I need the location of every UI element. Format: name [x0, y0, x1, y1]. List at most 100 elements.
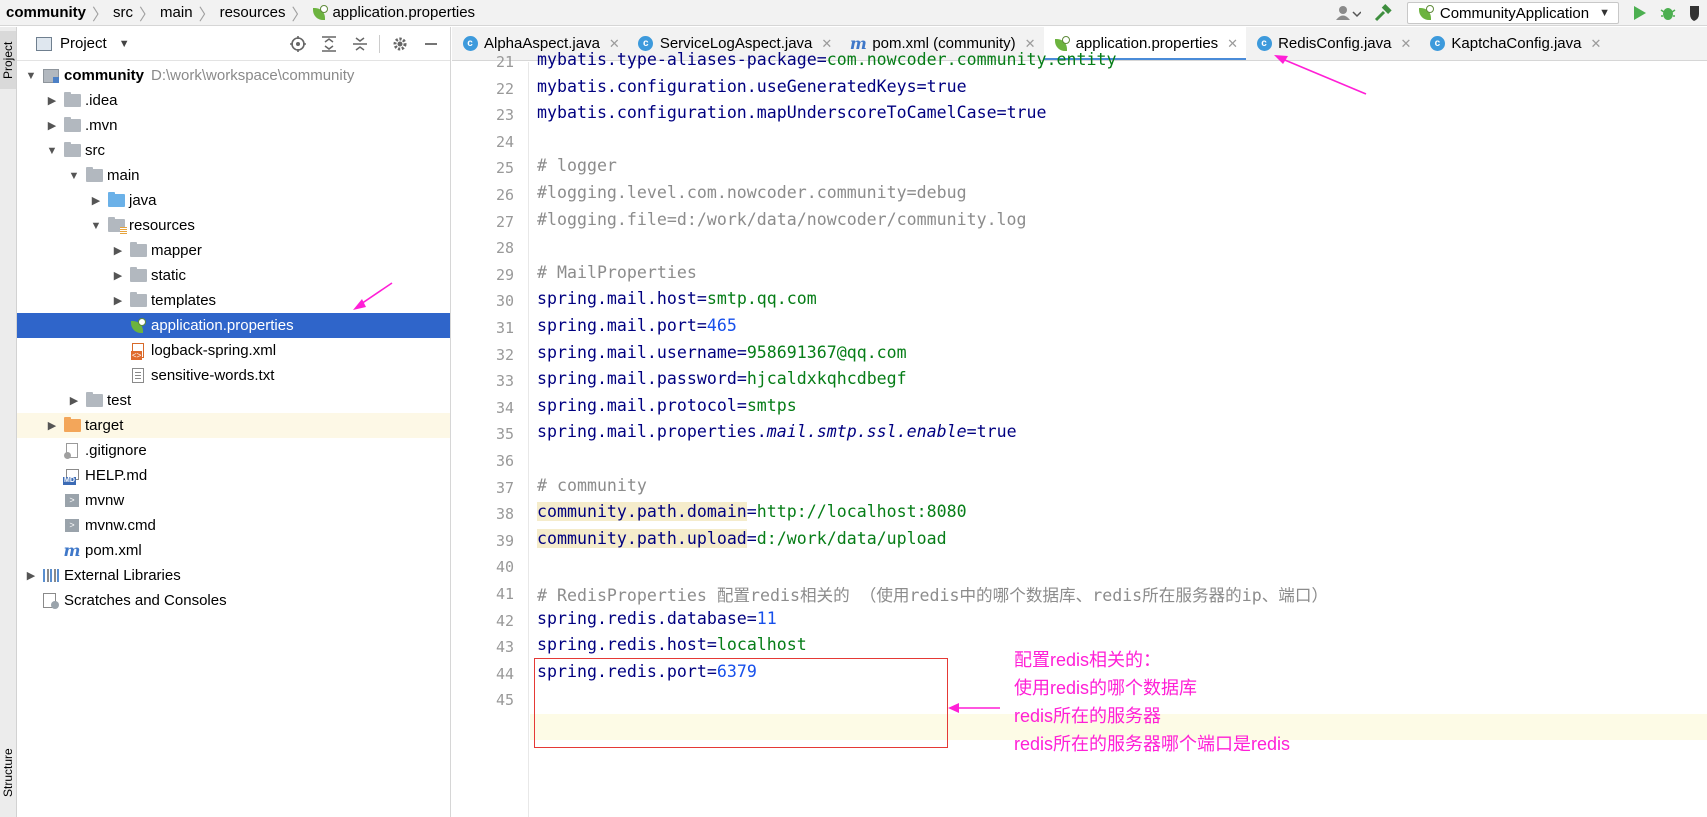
property-value: http://localhost:8080: [756, 502, 967, 522]
code-line[interactable]: # RedisProperties 配置redis相关的 （使用redis中的哪…: [537, 582, 1328, 606]
breadcrumb-item[interactable]: application.properties: [312, 0, 475, 26]
collapse-all-icon[interactable]: [344, 27, 375, 61]
code-line[interactable]: #logging.level.com.nowcoder.community=de…: [537, 183, 967, 202]
chevron-down-icon[interactable]: ▼: [89, 220, 103, 232]
breadcrumb-item[interactable]: resources: [220, 0, 286, 26]
equals-sign: =: [746, 608, 757, 628]
chevron-right-icon[interactable]: ▶: [67, 394, 81, 407]
tree-item-mapper[interactable]: ▶ mapper: [17, 238, 450, 263]
project-tool-tab[interactable]: Project: [0, 31, 16, 89]
code-comment: # MailProperties: [537, 262, 697, 282]
close-icon[interactable]: ✕: [1227, 36, 1238, 52]
maven-icon: m: [63, 541, 81, 560]
tree-item-mvn[interactable]: ▶ .mvn: [17, 113, 450, 138]
tree-item-java[interactable]: ▶ java: [17, 188, 450, 213]
tree-item-application-properties[interactable]: ▶ application.properties: [17, 313, 450, 338]
chevron-down-icon[interactable]: ▼: [67, 170, 81, 182]
code-line[interactable]: spring.redis.host=localhost: [537, 635, 807, 654]
minimize-icon[interactable]: [415, 27, 446, 61]
property-key: spring.mail.host: [537, 289, 697, 309]
chevron-right-icon[interactable]: ▶: [45, 119, 59, 132]
tree-item-external-libraries[interactable]: ▶ External Libraries: [17, 563, 450, 588]
chevron-right-icon[interactable]: ▶: [111, 294, 125, 307]
line-number: 27: [495, 212, 514, 231]
breadcrumb-label: community: [6, 4, 87, 21]
tree-item-main[interactable]: ▼ main: [17, 163, 450, 188]
code-line[interactable]: spring.mail.username=958691367@qq.com: [537, 343, 907, 362]
tree-item-src[interactable]: ▼ src: [17, 138, 450, 163]
code-line[interactable]: mybatis.configuration.useGeneratedKeys=t…: [537, 77, 967, 96]
code-line[interactable]: spring.mail.host=smtp.qq.com: [537, 289, 817, 308]
chevron-right-icon[interactable]: ▶: [111, 269, 125, 282]
tree-item-idea[interactable]: ▶ .idea: [17, 88, 450, 113]
hammer-build-icon[interactable]: [1367, 0, 1399, 26]
chevron-right-icon[interactable]: ▶: [45, 419, 59, 432]
property-value: true: [976, 422, 1017, 442]
chevron-right-icon[interactable]: ▶: [89, 194, 103, 207]
toolbar-right: CommunityApplication ▼: [1329, 0, 1707, 26]
code-line[interactable]: spring.mail.properties.mail.smtp.ssl.ena…: [537, 422, 1017, 441]
tree-item-community[interactable]: ▼ community D:\work\workspace\community: [17, 63, 450, 88]
breadcrumb-item[interactable]: main: [160, 0, 193, 26]
property-value: hjcaldxkqhcdbegf: [746, 369, 907, 389]
code-line[interactable]: mybatis.type-aliases-package=com.nowcode…: [537, 50, 1116, 69]
structure-tool-tab[interactable]: Structure: [0, 735, 16, 811]
code-line[interactable]: # MailProperties: [537, 263, 697, 282]
expand-all-icon[interactable]: [313, 27, 344, 61]
code-line[interactable]: #logging.file=d:/work/data/nowcoder/comm…: [537, 210, 1027, 229]
annotation-arrow-tab: [1274, 55, 1367, 95]
gear-icon[interactable]: [384, 27, 415, 61]
code-line[interactable]: spring.mail.protocol=smtps: [537, 396, 797, 415]
close-icon[interactable]: ✕: [1400, 36, 1411, 52]
code-comment: #logging.file=d:/work/data/nowcoder/comm…: [537, 209, 1027, 229]
locate-crosshair-icon[interactable]: [282, 27, 313, 61]
close-icon[interactable]: ✕: [1590, 36, 1601, 52]
code-line[interactable]: spring.mail.password=hjcaldxkqhcdbegf: [537, 369, 907, 388]
tree-item-resources[interactable]: ▼ resources: [17, 213, 450, 238]
property-key: community.path.upload: [537, 528, 747, 548]
folder-icon: [85, 392, 103, 409]
code-comment: # community: [537, 475, 647, 495]
code-line[interactable]: spring.redis.database=11: [537, 609, 777, 628]
tree-item-mvnw-cmd[interactable]: ▶ > mvnw.cmd: [17, 513, 450, 538]
chevron-down-icon[interactable]: ▼: [119, 38, 130, 50]
line-number: 33: [495, 372, 514, 391]
run-configuration-select[interactable]: CommunityApplication ▼: [1406, 2, 1619, 24]
chevron-right-icon[interactable]: ▶: [45, 94, 59, 107]
code-line[interactable]: mybatis.configuration.mapUnderscoreToCam…: [537, 103, 1047, 122]
tree-item-logback-spring[interactable]: ▶ logback-spring.xml: [17, 338, 450, 363]
debug-bug-icon[interactable]: [1653, 0, 1683, 26]
code-line[interactable]: # community: [537, 476, 647, 495]
breadcrumb-item[interactable]: src: [113, 0, 133, 26]
tree-item-scratches[interactable]: ▶ Scratches and Consoles: [17, 588, 450, 613]
run-icon[interactable]: [1627, 0, 1653, 26]
annotation-line: 使用redis的哪个数据库: [1014, 678, 1198, 698]
chevron-down-icon[interactable]: ▼: [45, 145, 59, 157]
tree-item-pom-xml[interactable]: ▶ m pom.xml: [17, 538, 450, 563]
tree-item-gitignore[interactable]: ▶ .gitignore: [17, 438, 450, 463]
code-line[interactable]: spring.mail.port=465: [537, 316, 737, 335]
code-line[interactable]: community.path.domain=http://localhost:8…: [537, 502, 967, 522]
tree-item-help-md[interactable]: ▶ HELP.md: [17, 463, 450, 488]
line-number: 30: [495, 292, 514, 311]
folder-icon: [63, 117, 81, 134]
code-line[interactable]: community.path.upload=d:/work/data/uploa…: [537, 528, 947, 548]
code-line[interactable]: # logger: [537, 156, 617, 175]
property-value: 958691367@qq.com: [746, 342, 907, 362]
chevron-right-icon[interactable]: ▶: [24, 569, 38, 582]
tree-item-sensitive-words[interactable]: ▶ sensitive-words.txt: [17, 363, 450, 388]
class-icon: c: [1429, 36, 1445, 52]
chevron-right-icon[interactable]: ▶: [111, 244, 125, 257]
chevron-down-icon[interactable]: ▼: [24, 70, 38, 82]
project-panel-header[interactable]: Project ▼: [17, 27, 450, 61]
breadcrumb-item[interactable]: community: [0, 0, 86, 26]
line-number: 38: [495, 505, 514, 524]
property-value: smtps: [746, 395, 797, 415]
tree-item-test[interactable]: ▶ test: [17, 388, 450, 413]
coverage-shield-icon[interactable]: [1683, 0, 1707, 26]
user-icon[interactable]: [1329, 0, 1367, 26]
tree-item-target[interactable]: ▶ target: [17, 413, 450, 438]
tree-item-mvnw[interactable]: ▶ > mvnw: [17, 488, 450, 513]
tab-kaptcha-config[interactable]: c KaptchaConfig.java ✕: [1419, 27, 1609, 60]
toolbar-divider: [379, 35, 380, 53]
